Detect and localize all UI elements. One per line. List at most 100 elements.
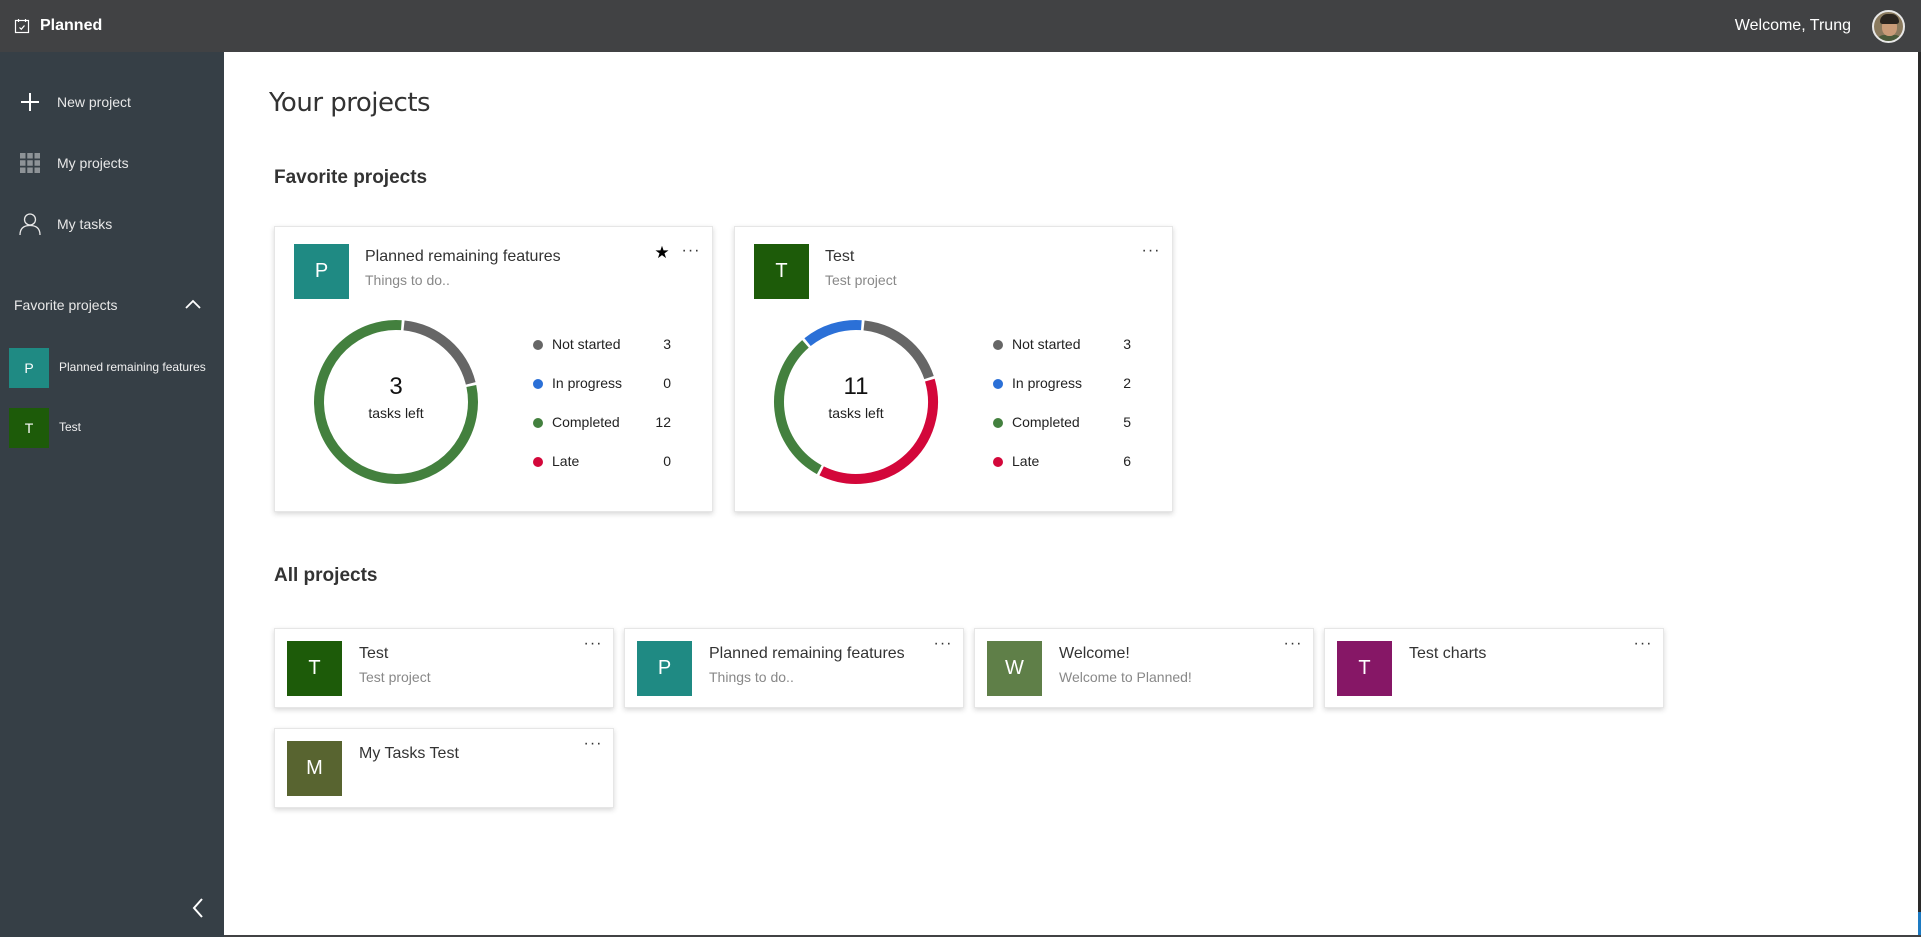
legend-late: Late 0 bbox=[533, 452, 683, 472]
legend-value: 3 bbox=[1123, 336, 1131, 352]
app-brand[interactable]: Planned bbox=[14, 0, 102, 52]
legend-label: Late bbox=[1012, 453, 1040, 469]
sidebar-item-label: My tasks bbox=[57, 216, 113, 232]
more-options-button[interactable]: ··· bbox=[1281, 636, 1305, 655]
project-initial-badge: P bbox=[294, 244, 349, 299]
more-options-button[interactable]: ··· bbox=[931, 636, 955, 655]
project-title[interactable]: Test bbox=[825, 248, 854, 266]
legend-label: Completed bbox=[1012, 414, 1080, 430]
status-dot bbox=[993, 457, 1003, 467]
project-card[interactable]: M My Tasks Test ··· bbox=[274, 728, 614, 808]
sidebar-favorite-label: Planned remaining features bbox=[59, 360, 206, 374]
project-subtitle: Test project bbox=[359, 669, 431, 685]
project-initial-badge: T bbox=[287, 641, 342, 696]
status-dot bbox=[533, 418, 543, 428]
tasks-left-count: 11 bbox=[843, 373, 869, 400]
project-subtitle: Test project bbox=[825, 272, 897, 288]
favorite-project-card[interactable]: P Planned remaining features Things to d… bbox=[274, 226, 713, 512]
tasks-left-count: 3 bbox=[389, 373, 403, 400]
more-options-button[interactable]: ··· bbox=[679, 243, 703, 262]
project-initial-badge: T bbox=[9, 408, 49, 448]
sidebar-item-new-project[interactable]: New project bbox=[0, 82, 224, 122]
project-title: Test bbox=[359, 645, 389, 662]
donut-segment-in-progress bbox=[804, 320, 862, 347]
project-card[interactable]: W Welcome! Welcome to Planned! ··· bbox=[974, 628, 1314, 708]
calendar-check-icon bbox=[14, 19, 30, 34]
sidebar-favorite-item[interactable]: P Planned remaining features bbox=[0, 348, 224, 390]
sidebar-favorite-label: Test bbox=[59, 420, 82, 434]
sidebar-favorite-item[interactable]: T Test bbox=[0, 408, 224, 450]
more-options-button[interactable]: ··· bbox=[581, 636, 605, 655]
project-subtitle: Things to do.. bbox=[365, 272, 450, 288]
person-icon bbox=[18, 212, 42, 236]
status-dot bbox=[993, 379, 1003, 389]
project-card[interactable]: T Test Test project ··· bbox=[274, 628, 614, 708]
plus-icon bbox=[18, 90, 42, 114]
legend-completed: Completed 5 bbox=[993, 413, 1143, 433]
project-initial-badge: P bbox=[9, 348, 49, 388]
project-initial-badge: W bbox=[987, 641, 1042, 696]
legend-in-progress: In progress 2 bbox=[993, 374, 1143, 394]
legend-label: In progress bbox=[1012, 375, 1083, 391]
avatar-shirt bbox=[1876, 35, 1903, 41]
legend-not-started: Not started 3 bbox=[993, 335, 1143, 355]
status-dot bbox=[993, 418, 1003, 428]
legend-value: 0 bbox=[663, 375, 671, 391]
page-title: Your projects bbox=[269, 88, 431, 118]
status-dot bbox=[533, 379, 543, 389]
project-initial-badge: M bbox=[287, 741, 342, 796]
project-subtitle: Things to do.. bbox=[709, 669, 794, 685]
legend-value: 0 bbox=[663, 453, 671, 469]
legend-in-progress: In progress 0 bbox=[533, 374, 683, 394]
chevron-up-icon[interactable] bbox=[184, 297, 202, 311]
project-title: My Tasks Test bbox=[359, 745, 459, 762]
sidebar-item-my-tasks[interactable]: My tasks bbox=[0, 204, 224, 244]
legend-label: In progress bbox=[552, 375, 623, 391]
top-bar: Planned Welcome, Trung bbox=[0, 0, 1921, 52]
legend-label: Not started bbox=[1012, 336, 1081, 352]
avatar-hair bbox=[1880, 14, 1899, 24]
sidebar-item-label: My projects bbox=[57, 155, 129, 171]
legend-value: 6 bbox=[1123, 453, 1131, 469]
more-options-button[interactable]: ··· bbox=[1139, 243, 1163, 262]
legend-value: 12 bbox=[655, 414, 671, 430]
favorite-project-card[interactable]: T Test Test project ··· 11 tasks left No… bbox=[734, 226, 1173, 512]
project-card[interactable]: P Planned remaining features Things to d… bbox=[624, 628, 964, 708]
legend-label: Not started bbox=[552, 336, 621, 352]
project-title: Test charts bbox=[1409, 645, 1487, 662]
all-projects-heading: All projects bbox=[274, 565, 378, 586]
chevron-left-icon[interactable] bbox=[188, 895, 208, 921]
status-dot bbox=[993, 340, 1003, 350]
star-icon[interactable]: ★ bbox=[653, 244, 671, 262]
task-status-donut bbox=[774, 320, 938, 484]
status-dot bbox=[533, 457, 543, 467]
legend-late: Late 6 bbox=[993, 452, 1143, 472]
project-initial-badge: T bbox=[1337, 641, 1392, 696]
legend-label: Completed bbox=[552, 414, 620, 430]
project-card[interactable]: T Test charts ··· bbox=[1324, 628, 1664, 708]
sidebar: New project My projects My tasks Favorit… bbox=[0, 52, 224, 937]
more-options-button[interactable]: ··· bbox=[1631, 636, 1655, 655]
donut-segment-not-started bbox=[863, 320, 934, 380]
project-initial-badge: T bbox=[754, 244, 809, 299]
project-title[interactable]: Planned remaining features bbox=[365, 248, 561, 266]
project-title: Planned remaining features bbox=[709, 645, 905, 662]
legend-label: Late bbox=[552, 453, 580, 469]
favorites-section-header[interactable]: Favorite projects bbox=[0, 290, 224, 320]
sidebar-item-label: New project bbox=[57, 94, 131, 110]
favorites-section-title: Favorite projects bbox=[14, 297, 118, 313]
tasks-left-label: tasks left bbox=[368, 405, 424, 421]
project-subtitle: Welcome to Planned! bbox=[1059, 669, 1192, 685]
legend-value: 3 bbox=[663, 336, 671, 352]
legend-not-started: Not started 3 bbox=[533, 335, 683, 355]
project-title: Welcome! bbox=[1059, 645, 1130, 662]
favorite-projects-heading: Favorite projects bbox=[274, 167, 428, 188]
status-dot bbox=[533, 340, 543, 350]
legend-value: 2 bbox=[1123, 375, 1131, 391]
user-avatar[interactable] bbox=[1872, 10, 1905, 43]
task-status-donut bbox=[314, 320, 478, 484]
more-options-button[interactable]: ··· bbox=[581, 736, 605, 755]
sidebar-item-my-projects[interactable]: My projects bbox=[0, 143, 224, 183]
legend-completed: Completed 12 bbox=[533, 413, 683, 433]
tasks-left-label: tasks left bbox=[828, 405, 884, 421]
